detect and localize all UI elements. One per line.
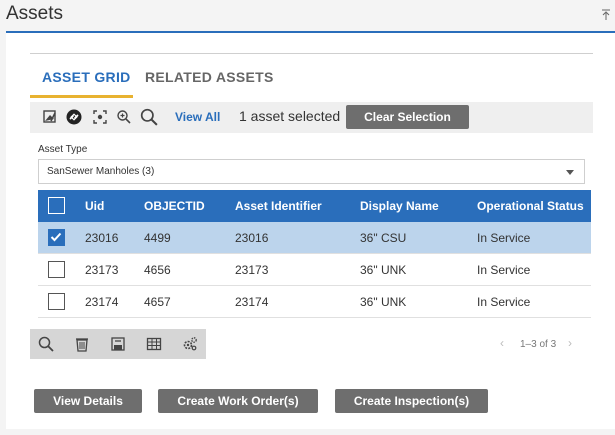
- chevron-left-icon[interactable]: ‹: [500, 336, 504, 350]
- assets-header: Assets: [0, 0, 615, 34]
- page-title: Assets: [6, 3, 64, 24]
- create-work-orders-button[interactable]: Create Work Order(s): [158, 389, 318, 413]
- column-header-asset-identifier[interactable]: Asset Identifier: [235, 199, 322, 213]
- cell-display-name: 36" CSU: [360, 231, 407, 245]
- table-row[interactable]: 23174 4657 23174 36" UNK In Service: [38, 286, 591, 318]
- column-header-objectid[interactable]: OBJECTID: [144, 199, 205, 213]
- cell-asset-identifier: 23174: [235, 295, 269, 309]
- settings-icon[interactable]: [182, 336, 198, 352]
- cell-asset-identifier: 23173: [235, 263, 269, 277]
- delete-icon[interactable]: [74, 336, 90, 352]
- cell-asset-identifier: 23016: [235, 231, 269, 245]
- grid-footer-toolbar: [30, 329, 206, 359]
- clear-selection-button[interactable]: Clear Selection: [346, 105, 469, 129]
- grid-header-row: Uid OBJECTID Asset Identifier Display Na…: [38, 190, 591, 222]
- table-row[interactable]: 23016 4499 23016 36" CSU In Service: [38, 222, 591, 254]
- cell-operational-status: In Service: [477, 263, 531, 277]
- view-details-button[interactable]: View Details: [34, 389, 142, 413]
- cell-operational-status: In Service: [477, 231, 531, 245]
- cell-objectid: 4499: [144, 231, 171, 245]
- panel-divider: [30, 53, 593, 54]
- row-checkbox[interactable]: [48, 293, 65, 310]
- column-header-uid[interactable]: Uid: [85, 199, 104, 213]
- asset-type-label: Asset Type: [38, 144, 88, 155]
- chevron-down-icon: [566, 170, 574, 175]
- tab-asset-grid[interactable]: ASSET GRID: [42, 69, 131, 85]
- assets-panel: ASSET GRID RELATED ASSETS View All 1 ass…: [6, 33, 615, 429]
- asset-grid: Uid OBJECTID Asset Identifier Display Na…: [38, 190, 591, 318]
- checkmark-icon: [50, 232, 62, 242]
- create-inspections-button[interactable]: Create Inspection(s): [335, 389, 488, 413]
- search-icon[interactable]: [38, 336, 54, 352]
- search-icon[interactable]: [140, 108, 158, 126]
- cell-uid: 23174: [85, 295, 119, 309]
- image-edit-icon[interactable]: [42, 109, 58, 125]
- selection-count: 1 asset selected: [239, 108, 341, 124]
- row-checkbox[interactable]: [48, 261, 65, 278]
- pin-icon[interactable]: [601, 9, 611, 21]
- select-extent-icon[interactable]: [92, 109, 108, 125]
- cell-operational-status: In Service: [477, 295, 531, 309]
- asset-type-select[interactable]: SanSewer Manholes (3): [38, 159, 585, 184]
- cell-uid: 23016: [85, 231, 119, 245]
- zoom-in-icon[interactable]: [116, 109, 132, 125]
- view-all-link[interactable]: View All: [175, 110, 220, 124]
- cell-objectid: 4657: [144, 295, 171, 309]
- link-toggle-icon[interactable]: [66, 109, 82, 125]
- active-tab-indicator: [30, 95, 133, 98]
- tab-related-assets[interactable]: RELATED ASSETS: [145, 69, 274, 85]
- asset-toolbar: View All 1 asset selected Clear Selectio…: [30, 102, 593, 133]
- table-icon[interactable]: [146, 336, 162, 352]
- column-header-operational-status[interactable]: Operational Status: [477, 199, 584, 213]
- cell-display-name: 36" UNK: [360, 263, 407, 277]
- save-icon[interactable]: [110, 336, 126, 352]
- cell-objectid: 4656: [144, 263, 171, 277]
- pagination-range: 1–3 of 3: [520, 339, 557, 350]
- select-all-checkbox[interactable]: [48, 197, 65, 214]
- asset-type-value: SanSewer Manholes (3): [47, 166, 155, 177]
- table-row[interactable]: 23173 4656 23173 36" UNK In Service: [38, 254, 591, 286]
- chevron-right-icon[interactable]: ›: [568, 336, 572, 350]
- cell-uid: 23173: [85, 263, 119, 277]
- column-header-display-name[interactable]: Display Name: [360, 199, 439, 213]
- cell-display-name: 36" UNK: [360, 295, 407, 309]
- row-checkbox[interactable]: [48, 229, 65, 246]
